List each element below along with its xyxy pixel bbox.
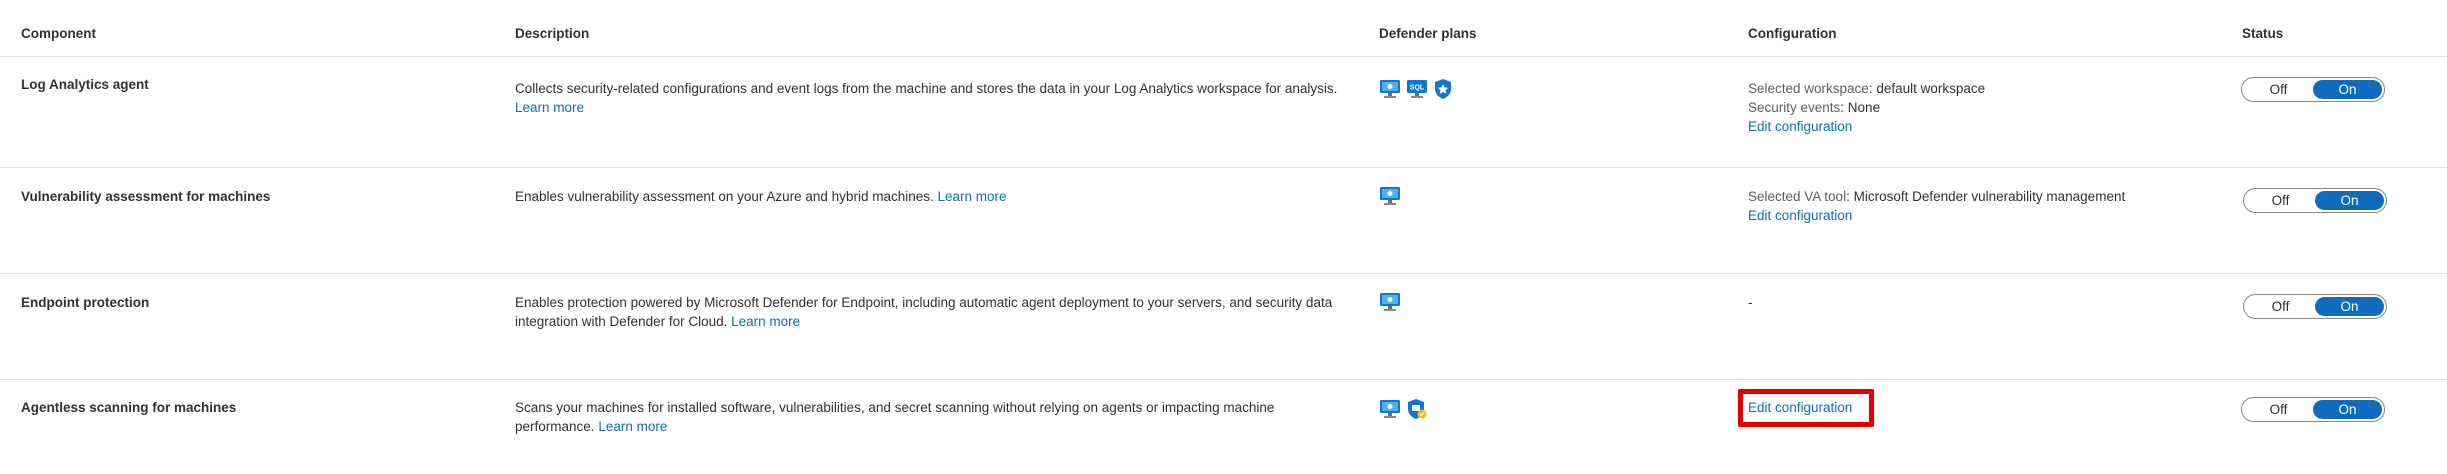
config-empty-value: - (1748, 295, 1753, 310)
defender-plans-icons (1379, 186, 1401, 206)
header-component[interactable]: Component (21, 26, 96, 41)
components-table: Component Description Defender plans Con… (0, 0, 2447, 474)
config-label: Selected VA tool (1748, 189, 1847, 204)
component-name: Log Analytics agent (21, 77, 149, 92)
toggle-off-option[interactable]: Off (2244, 82, 2313, 97)
row-divider (0, 273, 2447, 274)
component-name: Endpoint protection (21, 295, 150, 310)
servers-icon (1380, 293, 1400, 311)
configuration-details: Selected workspace: default workspace Se… (1748, 79, 1985, 136)
servers-icon (1380, 187, 1400, 205)
status-toggle[interactable]: Off On (2243, 294, 2387, 319)
highlight-box (1738, 389, 1874, 427)
status-toggle[interactable]: Off On (2241, 397, 2385, 422)
servers-icon (1380, 400, 1400, 418)
learn-more-link[interactable]: Learn more (598, 419, 667, 434)
toggle-off-option[interactable]: Off (2246, 299, 2315, 314)
config-value: : None (1840, 100, 1881, 115)
config-value: : Microsoft Defender vulnerability manag… (1846, 189, 2126, 204)
header-description[interactable]: Description (515, 26, 589, 41)
config-label: Selected workspace (1748, 81, 1869, 96)
sql-icon: SQL (1407, 80, 1427, 98)
learn-more-link[interactable]: Learn more (731, 314, 800, 329)
description-text: Collects security-related configurations… (515, 81, 1338, 96)
toggle-on-option[interactable]: On (2313, 80, 2382, 99)
config-value: : default workspace (1868, 81, 1986, 96)
defender-plans-icons (1379, 398, 1428, 420)
component-name: Agentless scanning for machines (21, 400, 237, 415)
toggle-off-option[interactable]: Off (2244, 402, 2313, 417)
edit-configuration-link[interactable]: Edit configuration (1748, 206, 2125, 225)
config-line-va-tool: Selected VA tool: Microsoft Defender vul… (1748, 187, 2125, 206)
toggle-on-option[interactable]: On (2313, 400, 2382, 419)
cspm-shield-icon (1408, 399, 1427, 419)
description-text: Enables vulnerability assessment on your… (515, 189, 934, 204)
component-name: Vulnerability assessment for machines (21, 189, 271, 204)
component-description: Enables protection powered by Microsoft … (515, 293, 1355, 331)
status-toggle[interactable]: Off On (2241, 77, 2385, 102)
component-description: Scans your machines for installed softwa… (515, 398, 1355, 436)
component-description: Enables vulnerability assessment on your… (515, 187, 1355, 206)
component-description: Collects security-related configurations… (515, 79, 1355, 117)
header-configuration[interactable]: Configuration (1748, 26, 1836, 41)
toggle-on-option[interactable]: On (2315, 191, 2384, 210)
svg-text:SQL: SQL (1410, 85, 1425, 92)
configuration-details: - (1748, 293, 1753, 312)
defender-plans-icons (1379, 292, 1401, 312)
header-status[interactable]: Status (2242, 26, 2283, 41)
row-divider (0, 379, 2447, 380)
shield-icon (1435, 79, 1451, 99)
config-label: Security events (1748, 100, 1841, 115)
edit-configuration-link[interactable]: Edit configuration (1748, 117, 1985, 136)
learn-more-link[interactable]: Learn more (938, 189, 1007, 204)
description-text: Enables protection powered by Microsoft … (515, 295, 1333, 329)
status-toggle[interactable]: Off On (2243, 188, 2387, 213)
learn-more-link[interactable]: Learn more (515, 100, 584, 115)
defender-plans-icons: SQL (1379, 78, 1453, 100)
row-divider (0, 167, 2447, 168)
header-divider (0, 56, 2447, 57)
servers-icon (1380, 80, 1400, 98)
header-defender-plans[interactable]: Defender plans (1379, 26, 1477, 41)
config-line-security-events: Security events: None (1748, 98, 1985, 117)
toggle-off-option[interactable]: Off (2246, 193, 2315, 208)
configuration-details: Selected VA tool: Microsoft Defender vul… (1748, 187, 2125, 225)
config-line-workspace: Selected workspace: default workspace (1748, 79, 1985, 98)
toggle-on-option[interactable]: On (2315, 297, 2384, 316)
